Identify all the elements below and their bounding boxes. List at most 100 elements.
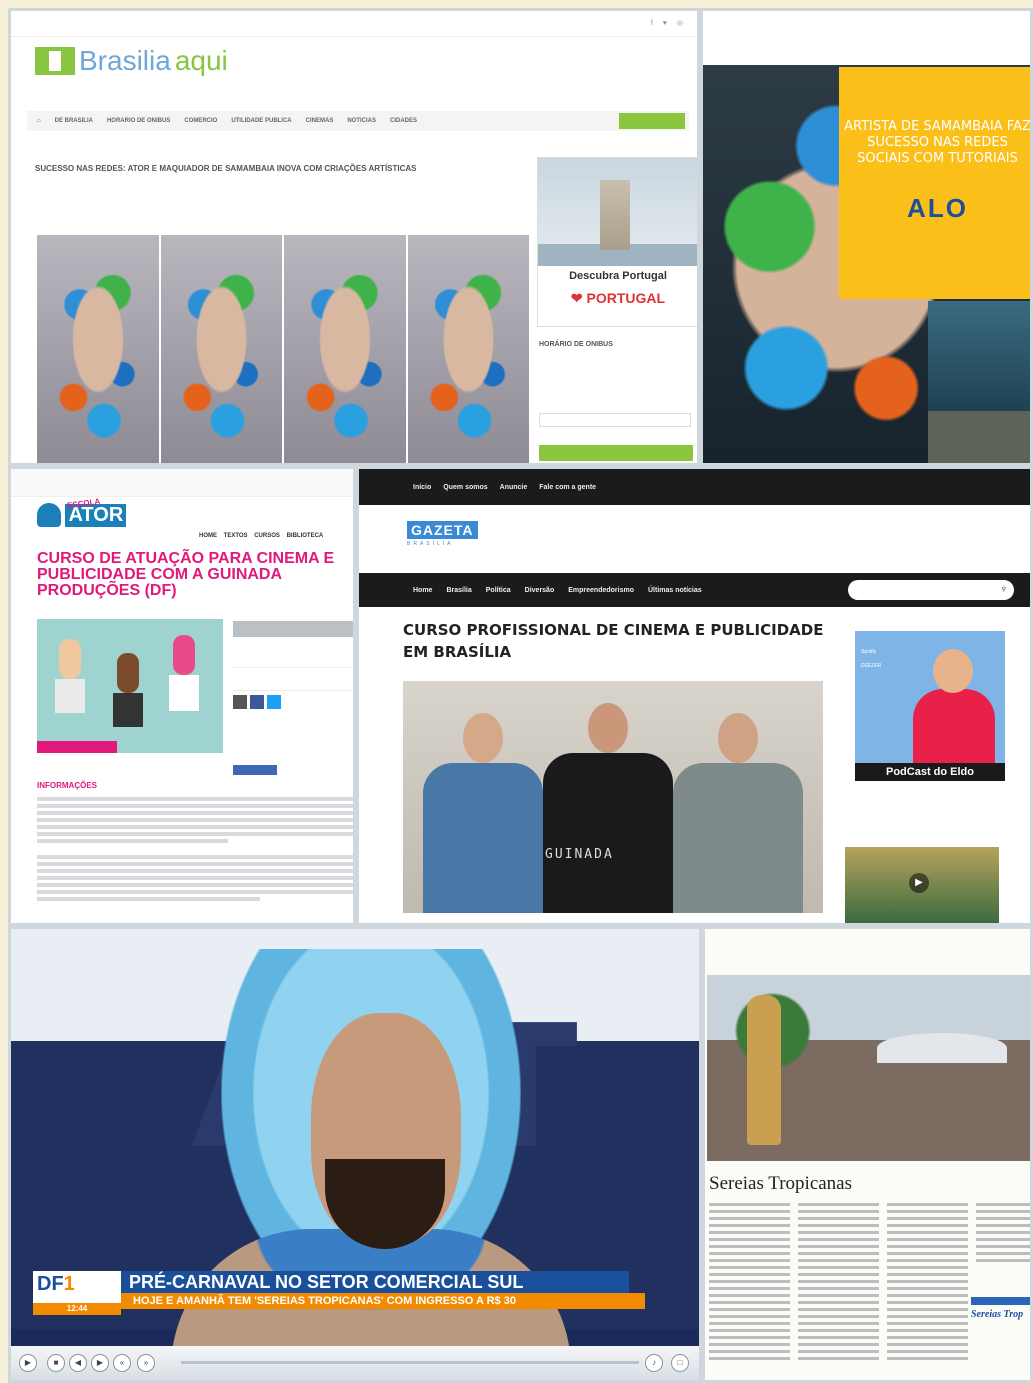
nav-item-6[interactable]: NOTICIAS — [347, 118, 376, 124]
shirt-text: GUINADA — [545, 847, 614, 862]
previous-button[interactable]: ◀ — [69, 1354, 87, 1372]
nav-item-1[interactable]: DE BRASILIA — [55, 118, 93, 124]
gazeta-top-nav: Início Quem somos Anuncie Fale com a gen… — [359, 469, 1030, 505]
alo-panel: ARTISTA DE SAMAMBAIA FAZ SUCESSO NAS RED… — [700, 8, 1033, 466]
cta-button[interactable] — [619, 113, 685, 129]
gazeta-panel: Início Quem somos Anuncie Fale com a gen… — [356, 466, 1033, 926]
topnav-item-4[interactable]: Fale com a gente — [539, 484, 596, 491]
facebook-icon[interactable] — [250, 695, 264, 709]
stop-button[interactable]: ■ — [47, 1354, 65, 1372]
forward-button[interactable]: » — [137, 1354, 155, 1372]
alo-top-bar — [703, 11, 1030, 65]
newspaper-panel: Sereias Tropicanas Sereias Trop — [702, 926, 1033, 1383]
person-right — [673, 713, 803, 913]
email-icon[interactable] — [233, 695, 247, 709]
ator-top-bar — [11, 469, 353, 497]
podcast-banner[interactable]: Spotify DEEZER PodCast do Eldo — [855, 631, 1005, 781]
logo-mark-icon — [35, 47, 75, 75]
course-sidebar — [233, 621, 353, 709]
person-left-body — [423, 763, 543, 913]
logo-brand: Brasilia — [79, 45, 171, 76]
player-controls: ▶ ■ ◀ ▶ « » ♪ □ — [11, 1346, 699, 1380]
ator-logo[interactable]: ESCOLA ATOR — [37, 497, 127, 527]
social-icons[interactable]: f ♥ ◎ — [651, 19, 687, 27]
bus-schedule-heading: HORÁRIO DE ONIBUS — [539, 341, 613, 348]
play-button[interactable]: ▶ — [19, 1354, 37, 1372]
makeup-photo-1 — [37, 235, 159, 463]
group-photo: GUINADA — [403, 681, 823, 913]
volume-button[interactable]: ♪ — [645, 1354, 663, 1372]
gazeta-logo[interactable]: GAZETA BRASÍLIA — [407, 521, 478, 547]
person-middle-head — [588, 703, 628, 753]
tv-frame: ART DF1 12:44 PRÉ-CARNAVAL NO SETOR COME… — [11, 929, 699, 1369]
crowd-photo — [707, 975, 1030, 1161]
bus-search-input[interactable] — [539, 413, 691, 427]
nav-item-2[interactable]: HORARIO DE ONIBUS — [107, 118, 170, 124]
alo-headline: ARTISTA DE SAMAMBAIA FAZ SUCESSO NAS RED… — [844, 119, 1031, 166]
article-body-lines — [37, 797, 353, 904]
alo-card: ARTISTA DE SAMAMBAIA FAZ SUCESSO NAS RED… — [839, 67, 1031, 299]
ad-brand-text: PORTUGAL — [586, 290, 666, 306]
article-headline: SUCESSO NAS REDES: ATOR E MAQUIADOR DE S… — [35, 164, 417, 173]
df1-logo-text: DF1 — [37, 1273, 75, 1296]
course-title: CURSO DE ATUAÇÃO PARA CINEMA E PUBLICIDA… — [37, 550, 335, 599]
like-button[interactable] — [233, 765, 277, 775]
next-button[interactable]: ▶ — [91, 1354, 109, 1372]
water-photo — [928, 301, 1030, 411]
nav-item-4[interactable]: UTILIDADE PUBLICA — [231, 118, 291, 124]
twitter-icon[interactable] — [267, 695, 281, 709]
fullscreen-button[interactable]: □ — [671, 1354, 689, 1372]
df1-logo: DF1 12:44 — [33, 1271, 121, 1315]
site-logo[interactable]: Brasilia aqui — [35, 45, 228, 77]
mainnav-item-3[interactable]: Política — [486, 587, 511, 594]
figure-3 — [169, 675, 199, 711]
seek-bar[interactable] — [181, 1361, 639, 1364]
mainnav-item-6[interactable]: Últimas notícias — [648, 587, 702, 594]
bus-search-button[interactable] — [539, 445, 693, 461]
alo-logo: ALO — [907, 193, 968, 223]
mainnav-item-1[interactable]: Home — [413, 587, 432, 594]
makeup-photo-2 — [160, 235, 282, 463]
info-heading: INFORMAÇÕES — [37, 781, 97, 790]
column-4 — [975, 1203, 1030, 1364]
topnav-item-3[interactable]: Anuncie — [500, 484, 528, 491]
portugal-ad[interactable]: Descubra Portugal ❤ PORTUGAL — [537, 157, 697, 327]
person-middle-body — [543, 753, 673, 913]
rewind-button[interactable]: « — [113, 1354, 131, 1372]
video-thumbnail[interactable]: ▶ — [845, 847, 999, 923]
nav-item-3[interactable]: COMERCIO — [184, 118, 217, 124]
podcast-host-avatar — [933, 649, 973, 693]
nav-item-5[interactable]: CINEMAS — [306, 118, 334, 124]
sidebar-box-bar — [971, 1297, 1030, 1305]
home-icon[interactable]: ⌂ — [37, 118, 41, 124]
nav-item-7[interactable]: CIDADES — [390, 118, 417, 124]
brasilia-aqui-panel: f ♥ ◎ Brasilia aqui ⌂ DE BRASILIA HORARI… — [8, 8, 700, 466]
topnav-item-1[interactable]: Início — [413, 484, 431, 491]
main-nav: ⌂ DE BRASILIA HORARIO DE ONIBUS COMERCIO… — [27, 111, 689, 131]
broadcast-time: 12:44 — [33, 1303, 121, 1315]
podcast-caption: PodCast do Eldo — [855, 763, 1005, 781]
topnav-item-2[interactable]: Quem somos — [443, 484, 487, 491]
search-input[interactable]: ⚲ — [848, 580, 1014, 600]
logo-aqui: aqui — [174, 45, 228, 76]
search-icon[interactable]: ⚲ — [1002, 580, 1006, 600]
mainnav-item-2[interactable]: Brasília — [446, 587, 471, 594]
person-right-head — [718, 713, 758, 763]
ator-nav[interactable]: HOME TEXTOS CURSOS BIBLIOTECA — [199, 533, 323, 539]
spotify-logo: Spotify — [861, 649, 877, 655]
gazeta-logo-text: GAZETA — [407, 521, 478, 539]
head-3 — [173, 635, 195, 675]
sidebar-row-1 — [233, 645, 353, 668]
play-icon[interactable]: ▶ — [909, 873, 929, 893]
course-illustration — [37, 619, 223, 753]
podcast-host-shirt — [913, 689, 995, 769]
rocks-photo — [928, 411, 1030, 463]
illustration-tag — [37, 741, 117, 753]
podcast-logos: Spotify DEEZER — [861, 645, 901, 673]
figure-1 — [55, 679, 85, 713]
mainnav-item-5[interactable]: Empreendedorismo — [568, 587, 634, 594]
tent-shape — [877, 1033, 1007, 1063]
makeup-photo-3 — [284, 235, 406, 463]
sidebar-header — [233, 621, 353, 637]
mainnav-item-4[interactable]: Diversão — [525, 587, 555, 594]
